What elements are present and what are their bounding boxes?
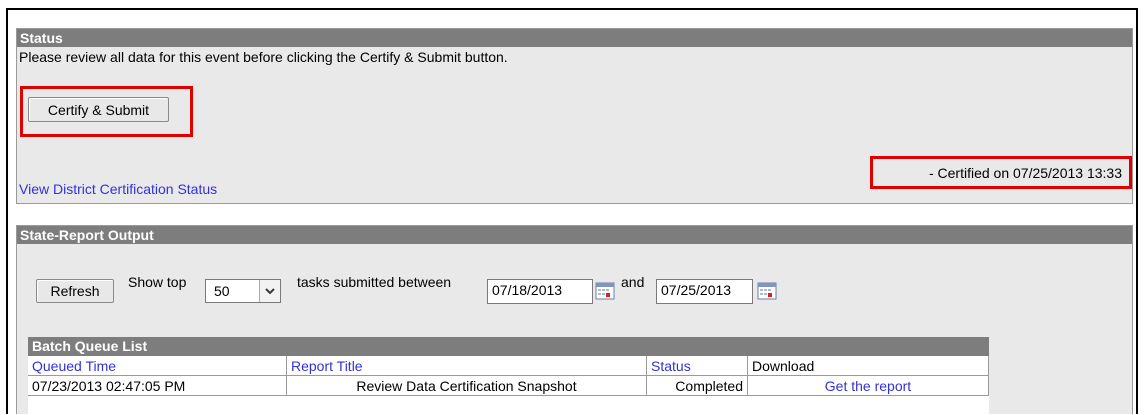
status-instruction: Please review all data for this event be… [19, 49, 508, 65]
end-date-calendar-icon[interactable] [757, 282, 777, 300]
batch-queue-header: Batch Queue List [28, 337, 989, 356]
refresh-button[interactable]: Refresh [36, 279, 114, 303]
show-top-select[interactable]: 50 [205, 279, 281, 303]
column-status[interactable]: Status [646, 356, 748, 376]
column-queued-time[interactable]: Queued Time [28, 356, 287, 376]
column-download: Download [747, 356, 989, 376]
cell-report-title: Review Data Certification Snapshot [286, 375, 647, 396]
state-report-output-header: State-Report Output [17, 226, 1132, 244]
tasks-submitted-label: tasks submitted between [297, 274, 452, 290]
start-date-calendar-icon[interactable] [595, 282, 615, 300]
table-row: 07/23/2013 02:47:05 PM Review Data Certi… [28, 375, 989, 396]
start-date-input[interactable]: 07/18/2013 [487, 279, 593, 304]
status-panel-header: Status [17, 29, 1132, 47]
show-top-label: Show top [128, 274, 187, 290]
cell-queued-time: 07/23/2013 02:47:05 PM [28, 375, 287, 396]
and-label: and [621, 274, 645, 290]
certify-button-highlight [20, 86, 193, 137]
get-report-link[interactable]: Get the report [747, 375, 989, 396]
certified-timestamp-highlight [870, 156, 1132, 189]
chevron-down-icon[interactable] [259, 280, 280, 302]
show-top-value: 50 [214, 283, 230, 299]
view-district-certification-link[interactable]: View District Certification Status [19, 181, 217, 197]
column-report-title[interactable]: Report Title [286, 356, 647, 376]
end-date-input[interactable]: 07/25/2013 [656, 279, 753, 304]
batch-queue-table: Queued Time Report Title Status Download… [28, 356, 989, 396]
cell-status: Completed [646, 375, 748, 396]
batch-queue-column-headers: Queued Time Report Title Status Download [28, 356, 989, 376]
batch-queue-list: Batch Queue List Queued Time Report Titl… [28, 337, 989, 415]
state-report-output-panel: State-Report Output Refresh Show top 50 … [16, 225, 1133, 415]
